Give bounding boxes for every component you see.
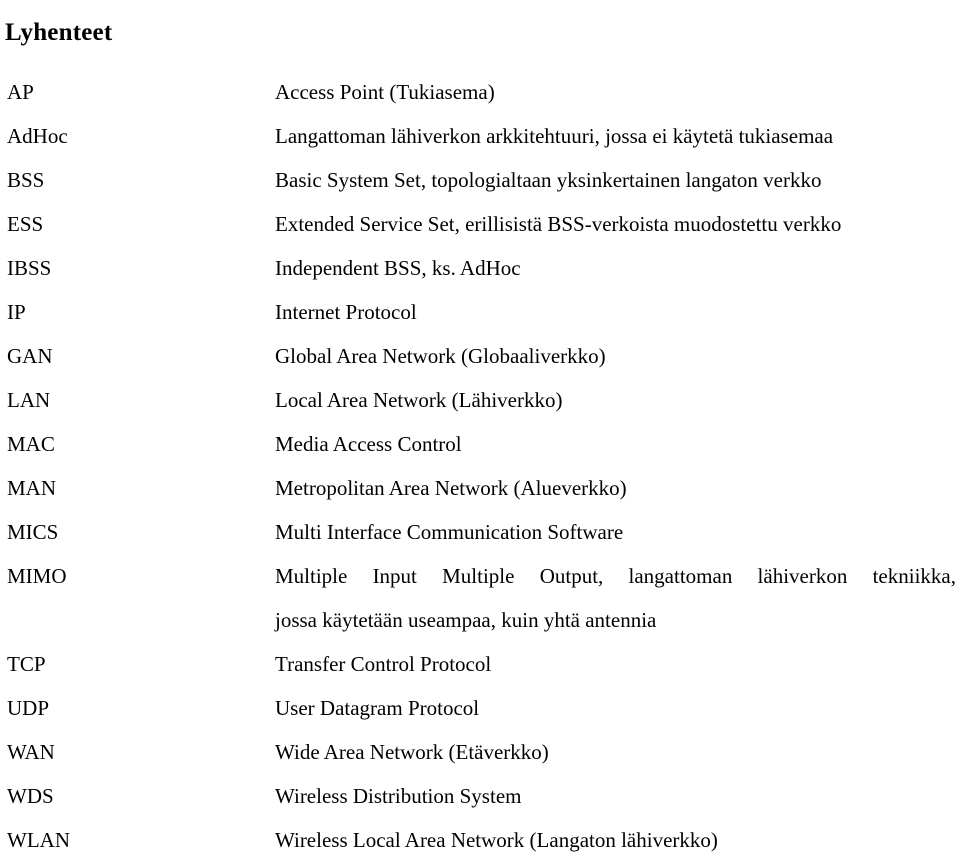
abbreviation-entry: WLAN Wireless Local Area Network (Langato…: [0, 818, 960, 862]
abbreviation-entry: WAN Wide Area Network (Etäverkko): [0, 730, 960, 774]
abbreviation-entry: IBSS Independent BSS, ks. AdHoc: [0, 246, 960, 290]
definition-line: jossa käytetään useampaa, kuin yhtä ante…: [275, 608, 657, 632]
abbreviation-entry: UDP User Datagram Protocol: [0, 686, 960, 730]
abbreviation-definition: Langattoman lähiverkon arkkitehtuuri, jo…: [275, 124, 834, 148]
abbreviation-term: WLAN: [7, 828, 70, 852]
abbreviation-definition: Extended Service Set, erillisistä BSS-ve…: [275, 212, 842, 236]
definition-line: Multiple Input Multiple Output, langatto…: [275, 564, 956, 588]
abbreviation-term: WDS: [7, 784, 54, 808]
abbreviation-entry: MICS Multi Interface Communication Softwa…: [0, 510, 960, 554]
abbreviation-definition: Media Access Control: [275, 432, 462, 456]
abbreviation-entry: GAN Global Area Network (Globaaliverkko): [0, 334, 960, 378]
abbreviation-term: AP: [7, 80, 34, 104]
abbreviation-entry: MAN Metropolitan Area Network (Alueverkko…: [0, 466, 960, 510]
abbreviation-term: UDP: [7, 696, 50, 720]
abbreviation-entry: ESS Extended Service Set, erillisistä BSS…: [0, 202, 960, 246]
abbreviation-entry: MIMO Multiple Input Multiple Output, lang…: [0, 554, 960, 642]
abbreviation-entry: AP Access Point (Tukiasema): [0, 70, 960, 114]
abbreviation-definition: Independent BSS, ks. AdHoc: [275, 256, 521, 280]
abbreviation-definition: Global Area Network (Globaaliverkko): [275, 344, 606, 368]
abbreviation-entry: TCP Transfer Control Protocol: [0, 642, 960, 686]
abbreviations-list: AP Access Point (Tukiasema) AdHoc Langattom…: [0, 70, 960, 862]
abbreviation-term: MICS: [7, 520, 59, 544]
abbreviation-entry: BSS Basic System Set, topologialtaan yksi…: [0, 158, 960, 202]
abbreviation-term: MAN: [7, 476, 57, 500]
abbreviation-term: WAN: [7, 740, 55, 764]
abbreviation-entry: MAC Media Access Control: [0, 422, 960, 466]
abbreviation-definition: Internet Protocol: [275, 300, 417, 324]
abbreviation-definition: Basic System Set, topologialtaan yksinke…: [275, 168, 822, 192]
abbreviation-definition: Wide Area Network (Etäverkko): [275, 740, 549, 764]
abbreviation-term: GAN: [7, 344, 53, 368]
abbreviation-term: BSS: [7, 168, 45, 192]
abbreviation-term: ESS: [7, 212, 44, 236]
abbreviation-definition: Multiple Input Multiple Output, langatto…: [275, 554, 956, 642]
abbreviation-term: LAN: [7, 388, 51, 412]
abbreviation-entry: WDS Wireless Distribution System: [0, 774, 960, 818]
abbreviation-definition: Transfer Control Protocol: [275, 652, 492, 676]
abbreviation-entry: LAN Local Area Network (Lähiverkko): [0, 378, 960, 422]
abbreviation-term: IBSS: [7, 256, 52, 280]
abbreviation-entry: AdHoc Langattoman lähiverkon arkkitehtuur…: [0, 114, 960, 158]
abbreviation-definition: Wireless Distribution System: [275, 784, 522, 808]
abbreviation-definition: Local Area Network (Lähiverkko): [275, 388, 563, 412]
abbreviation-definition: Wireless Local Area Network (Langaton lä…: [275, 828, 718, 852]
abbreviation-entry: IP Internet Protocol: [0, 290, 960, 334]
abbreviation-definition: Access Point (Tukiasema): [275, 80, 495, 104]
abbreviation-definition: User Datagram Protocol: [275, 696, 480, 720]
abbreviation-term: AdHoc: [7, 124, 68, 148]
document-page: Lyhenteet AP Access Point (Tukiasema) AdHo…: [0, 0, 960, 852]
abbreviation-definition: Metropolitan Area Network (Alueverkko): [275, 476, 627, 500]
page-title: Lyhenteet: [5, 18, 113, 46]
abbreviation-term: IP: [7, 300, 26, 324]
abbreviation-term: TCP: [7, 652, 46, 676]
abbreviation-term: MIMO: [7, 564, 67, 588]
abbreviation-term: MAC: [7, 432, 55, 456]
abbreviation-definition: Multi Interface Communication Software: [275, 520, 624, 544]
